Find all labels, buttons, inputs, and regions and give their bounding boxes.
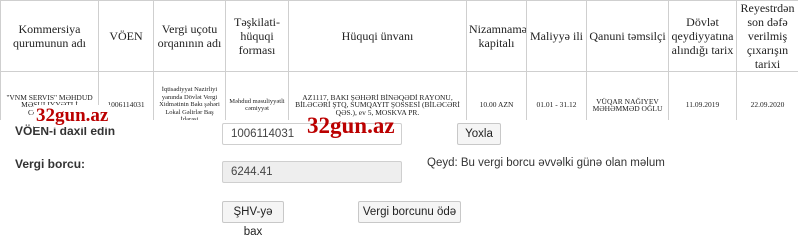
shv-button[interactable]: ŞHV-yə bax	[222, 201, 284, 223]
taxpayer-table: Kommersiya qurumunun adı VÖEN Vergi uçot…	[0, 0, 798, 139]
pay-debt-button[interactable]: Vergi borcunu ödə	[358, 201, 461, 223]
watermark-left: 32gun.az	[34, 105, 110, 127]
col-header-capital: Nizamnamə kapitalı	[467, 1, 527, 72]
col-header-name: Kommersiya qurumunun adı	[1, 1, 99, 72]
col-header-address: Hüquqi ünvanı	[289, 1, 467, 72]
check-button[interactable]: Yoxla	[457, 123, 501, 145]
col-header-voen: VÖEN	[99, 1, 154, 72]
col-header-registration-date: Dövlət qeydiyyatına alındığı tarix	[669, 1, 737, 72]
col-header-tax-office: Vergi uçotu orqanının adı	[154, 1, 226, 72]
tax-debt-label: Vergi borcu:	[15, 157, 85, 171]
watermark-center: 32gun.az	[307, 113, 395, 139]
col-header-extract-date: Reyestrdən son dəfə verilmiş çıxarışın t…	[737, 1, 798, 72]
col-header-fiscal-year: Maliyyə ili	[527, 1, 587, 72]
col-header-legal-form: Təşkilati-hüquqi forması	[226, 1, 289, 72]
tax-debt-field	[222, 161, 402, 183]
col-header-representative: Qanuni təmsilçi	[587, 1, 669, 72]
debt-check-form: VÖEN-i daxil edin Yoxla Vergi borcu: Qey…	[0, 120, 798, 221]
table-header-row: Kommersiya qurumunun adı VÖEN Vergi uçot…	[1, 1, 798, 72]
debt-note: Qeyd: Bu vergi borcu əvvəlki günə olan m…	[427, 157, 665, 169]
